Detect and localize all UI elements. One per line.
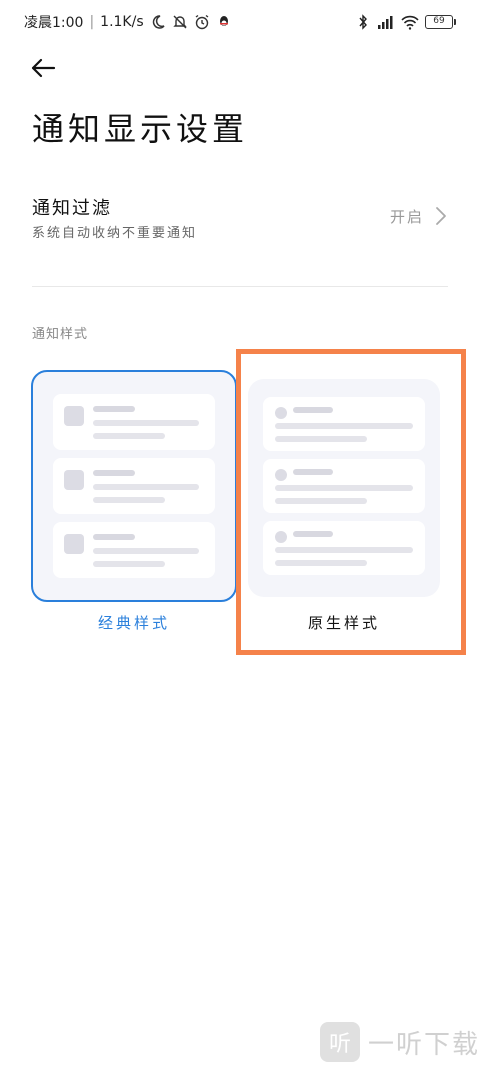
filter-subtitle: 系统自动收纳不重要通知: [32, 226, 198, 241]
preview-notification: [263, 521, 425, 575]
style-option-native[interactable]: 原生样式: [248, 379, 440, 637]
filter-title: 通知过滤: [32, 198, 112, 219]
signal-icon: [378, 16, 393, 29]
status-net-speed: 1.1K/s: [100, 14, 144, 30]
divider: [32, 286, 448, 287]
filter-value: 开启: [389, 208, 424, 226]
battery-tip: [454, 19, 456, 25]
chevron-right-icon: [436, 207, 446, 225]
notification-filter-row[interactable]: 通知过滤 系统自动收纳不重要通知 开启: [32, 190, 448, 250]
preview-notification: [263, 459, 425, 513]
status-right: 69: [355, 14, 456, 30]
preview-notification: [53, 394, 215, 450]
battery-indicator: 69: [425, 15, 456, 29]
bell-off-icon: [172, 15, 187, 29]
section-label-notification-style: 通知样式: [32, 327, 89, 342]
native-style-preview: [248, 379, 440, 597]
preview-notification: [53, 522, 215, 578]
style-label-classic: 经典样式: [97, 614, 170, 632]
alarm-icon: [195, 14, 209, 30]
watermark: 听 一听下载: [320, 1022, 480, 1062]
style-option-classic[interactable]: 经典样式: [31, 370, 237, 636]
battery-level: 69: [425, 15, 453, 29]
back-button[interactable]: [30, 52, 66, 84]
style-label-native: 原生样式: [307, 614, 380, 632]
status-separator: |: [89, 14, 95, 30]
status-left: 凌晨1:00 | 1.1K/s: [24, 12, 232, 32]
classic-style-preview: [31, 370, 237, 602]
qq-icon: [219, 16, 228, 26]
bluetooth-icon: [359, 14, 367, 30]
arrow-left-icon: [31, 58, 56, 78]
watermark-logo: 听: [320, 1022, 360, 1062]
moon-icon: [152, 15, 165, 29]
preview-notification: [53, 458, 215, 514]
wifi-icon: [401, 15, 419, 30]
preview-notification: [263, 397, 425, 451]
status-time: 凌晨1:00: [24, 15, 84, 31]
status-bar: 凌晨1:00 | 1.1K/s 69: [0, 0, 480, 44]
page-title: 通知显示设置: [32, 110, 249, 148]
watermark-text: 一听下载: [368, 1029, 480, 1060]
